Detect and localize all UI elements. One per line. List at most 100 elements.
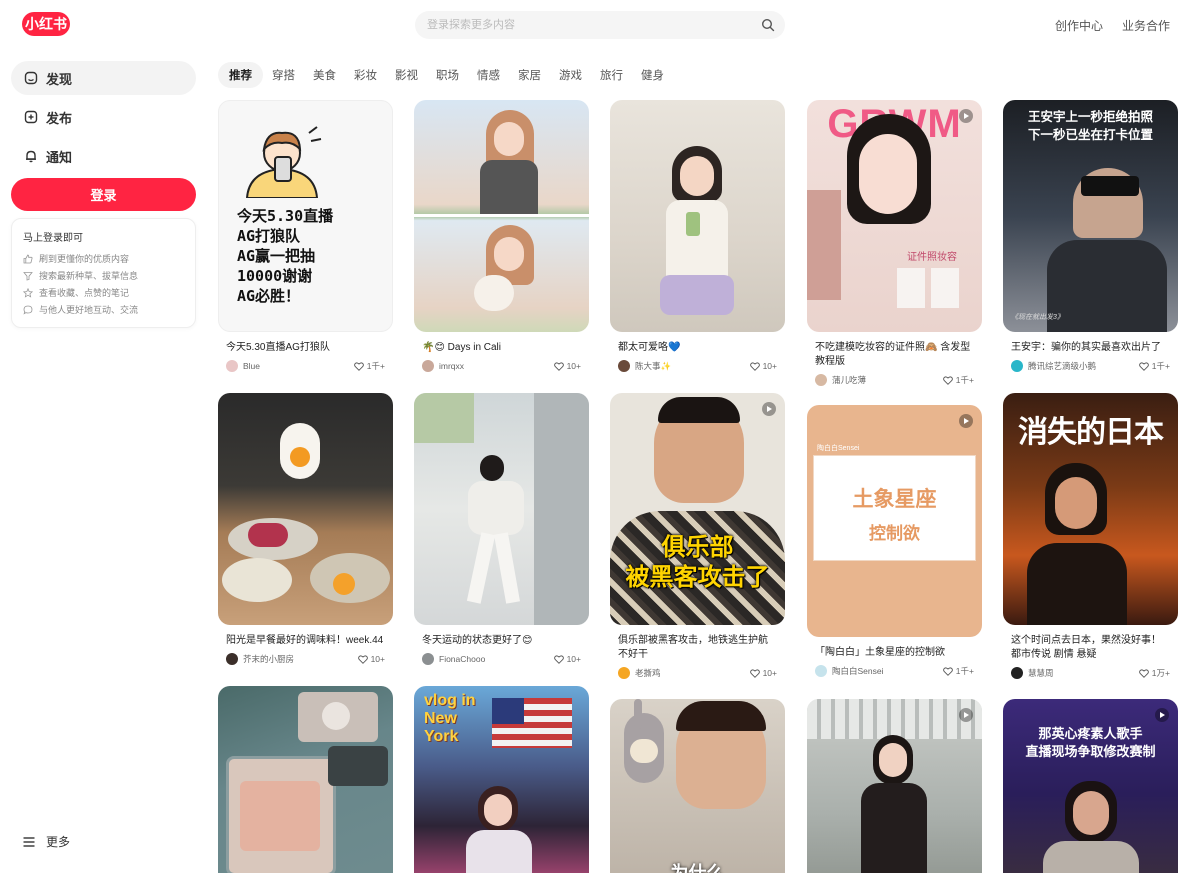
author[interactable]: 慧慧周 (1011, 667, 1054, 679)
note-title[interactable]: 阳光是早餐最好的调味料！week.44 (218, 634, 393, 648)
heart-icon (1138, 668, 1149, 678)
note-card[interactable]: 消失的日本 这个时间点去日本，果然没好事！都市传说 剧情 悬疑 慧慧周 1万+ (1003, 393, 1178, 679)
tab-food[interactable]: 美食 (304, 62, 345, 88)
tab-fitness[interactable]: 健身 (632, 62, 673, 88)
like-count[interactable]: 10+ (749, 361, 777, 371)
more-menu[interactable]: 更多 (22, 833, 70, 850)
like-count[interactable]: 1千+ (1138, 360, 1170, 372)
heart-icon (749, 668, 760, 678)
avatar (1011, 360, 1023, 372)
like-count[interactable]: 1万+ (1138, 667, 1170, 679)
note-cover[interactable] (610, 100, 785, 332)
note-title[interactable]: 不吃建模吃妆容的证件照🙈 含发型教程版 (807, 341, 982, 369)
author[interactable]: imrqxx (422, 360, 464, 372)
note-cover[interactable]: 那英心疼素人歌手 直播现场争取修改赛制 (1003, 699, 1178, 873)
note-card[interactable]: 俱乐部 被黑客攻击了 俱乐部被黑客攻击，地铁逃生护航不好干 老撕鸡 10+ (610, 393, 785, 679)
note-cover[interactable]: 消失的日本 (1003, 393, 1178, 625)
note-cover[interactable] (218, 393, 393, 625)
like-count[interactable]: 10+ (553, 361, 581, 371)
like-count[interactable]: 1千+ (353, 360, 385, 372)
author[interactable]: 芥末的小厨房 (226, 653, 294, 665)
note-cover[interactable] (414, 100, 589, 332)
note-card[interactable]: 🌴😊 Days in Cali imrqxx 10+ (414, 100, 589, 372)
tab-home[interactable]: 家居 (509, 62, 550, 88)
search-icon[interactable] (761, 18, 775, 32)
like-count[interactable]: 1千+ (942, 665, 974, 677)
note-card[interactable]: 陶白白Sensei 土象星座 控制欲 「陶白白」土象星座的控制欲 陶白白Sens… (807, 405, 982, 677)
note-cover[interactable]: 为什么 (610, 699, 785, 873)
like-count[interactable]: 1千+ (942, 374, 974, 386)
note-card[interactable]: 阳光是早餐最好的调味料！week.44 芥末的小厨房 10+ (218, 393, 393, 665)
note-title[interactable]: 都太可爱咯💙 (610, 341, 785, 355)
note-cover[interactable]: vlog in New York (414, 686, 589, 873)
tab-film[interactable]: 影视 (386, 62, 427, 88)
author[interactable]: 陈大事✨ (618, 360, 671, 372)
note-card[interactable]: 为什么 (610, 699, 785, 873)
sidebar-item-discover[interactable]: 发现 (11, 61, 196, 95)
note-cover[interactable]: 俱乐部 被黑客攻击了 (610, 393, 785, 625)
login-button[interactable]: 登录 (11, 178, 196, 211)
tab-emotion[interactable]: 情感 (468, 62, 509, 88)
search-input[interactable] (415, 11, 735, 39)
author[interactable]: 蒲儿吃薄 (815, 374, 866, 386)
note-meta: 陶白白Sensei 1千+ (807, 665, 982, 677)
tab-outfit[interactable]: 穿搭 (263, 62, 304, 88)
tab-recommend[interactable]: 推荐 (218, 62, 263, 88)
note-title[interactable]: 俱乐部被黑客攻击，地铁逃生护航不好干 (610, 634, 785, 662)
publish-icon (24, 110, 38, 124)
avatar (226, 360, 238, 372)
author[interactable]: 老撕鸡 (618, 667, 661, 679)
note-card[interactable]: 冬天运动的状态更好了😊 FionaChooo 10+ (414, 393, 589, 665)
tab-games[interactable]: 游戏 (550, 62, 591, 88)
video-play-icon (1155, 708, 1169, 722)
note-cover[interactable] (807, 699, 982, 873)
tab-travel[interactable]: 旅行 (591, 62, 632, 88)
heart-icon (553, 654, 564, 664)
author[interactable]: Blue (226, 360, 260, 372)
author-name: 慧慧周 (1028, 668, 1054, 678)
note-card[interactable]: 那英心疼素人歌手 直播现场争取修改赛制 (1003, 699, 1178, 873)
cover-subtext: 控制欲 (869, 524, 920, 543)
note-title[interactable]: 冬天运动的状态更好了😊 (414, 634, 589, 648)
star-icon (23, 287, 33, 298)
perk-row: 搜索最新种草、拔草信息 (23, 267, 184, 284)
note-cover[interactable]: 今天5.30直播 AG打狼队 AG赢一把抽 10000谢谢 AG必胜！ (218, 100, 393, 332)
author[interactable]: FionaChooo (422, 653, 485, 665)
search-bar[interactable] (415, 11, 785, 39)
like-count[interactable]: 10+ (553, 654, 581, 664)
note-title[interactable]: 「陶白白」土象星座的控制欲 (807, 646, 982, 660)
tab-makeup[interactable]: 彩妆 (345, 62, 386, 88)
note-card[interactable] (218, 686, 393, 873)
tab-career[interactable]: 职场 (427, 62, 468, 88)
note-card[interactable]: 都太可爱咯💙 陈大事✨ 10+ (610, 100, 785, 372)
like-count[interactable]: 10+ (357, 654, 385, 664)
note-title[interactable]: 王安宇：骗你的其实最喜欢出片了 (1003, 341, 1178, 355)
note-cover[interactable]: 陶白白Sensei 土象星座 控制欲 (807, 405, 982, 637)
note-cover[interactable]: 王安宇上一秒拒绝拍照 下一秒已坐在打卡位置 《现在就出发3》 (1003, 100, 1178, 332)
author[interactable]: 腾讯综艺滴级小鹅 (1011, 360, 1096, 372)
author[interactable]: 陶白白Sensei (815, 665, 884, 677)
note-title[interactable]: 这个时间点去日本，果然没好事！都市传说 剧情 悬疑 (1003, 634, 1178, 662)
note-cover[interactable] (414, 393, 589, 625)
avatar (422, 653, 434, 665)
note-card[interactable] (807, 699, 982, 873)
note-card[interactable]: GRWM 证件照妆容 不吃建模吃妆容的证件照🙈 含发型教程版 蒲儿吃薄 1千+ (807, 100, 982, 386)
note-cover[interactable]: GRWM 证件照妆容 (807, 100, 982, 332)
note-card[interactable]: 今天5.30直播 AG打狼队 AG赢一把抽 10000谢谢 AG必胜！ 今天5.… (218, 100, 393, 372)
cover-footer: 《现在就出发3》 (1011, 314, 1064, 321)
sidebar-item-publish[interactable]: 发布 (11, 100, 196, 134)
author-name: 蒲儿吃薄 (832, 375, 867, 385)
creator-center-link[interactable]: 创作中心 (1055, 17, 1103, 34)
xiaohongshu-logo[interactable]: 小红书 (22, 12, 70, 36)
note-card[interactable]: vlog in New York (414, 686, 589, 873)
note-cover[interactable] (218, 686, 393, 873)
sidebar-item-label: 发现 (46, 71, 73, 87)
sidebar-item-notify[interactable]: 通知 (11, 139, 196, 173)
business-link[interactable]: 业务合作 (1122, 17, 1170, 34)
like-count[interactable]: 10+ (749, 668, 777, 678)
note-meta: 陈大事✨ 10+ (610, 360, 785, 372)
note-card[interactable]: 王安宇上一秒拒绝拍照 下一秒已坐在打卡位置 《现在就出发3》 王安宇：骗你的其实… (1003, 100, 1178, 372)
note-title[interactable]: 今天5.30直播AG打狼队 (218, 341, 393, 355)
heart-icon (942, 666, 953, 676)
note-title[interactable]: 🌴😊 Days in Cali (414, 341, 589, 355)
